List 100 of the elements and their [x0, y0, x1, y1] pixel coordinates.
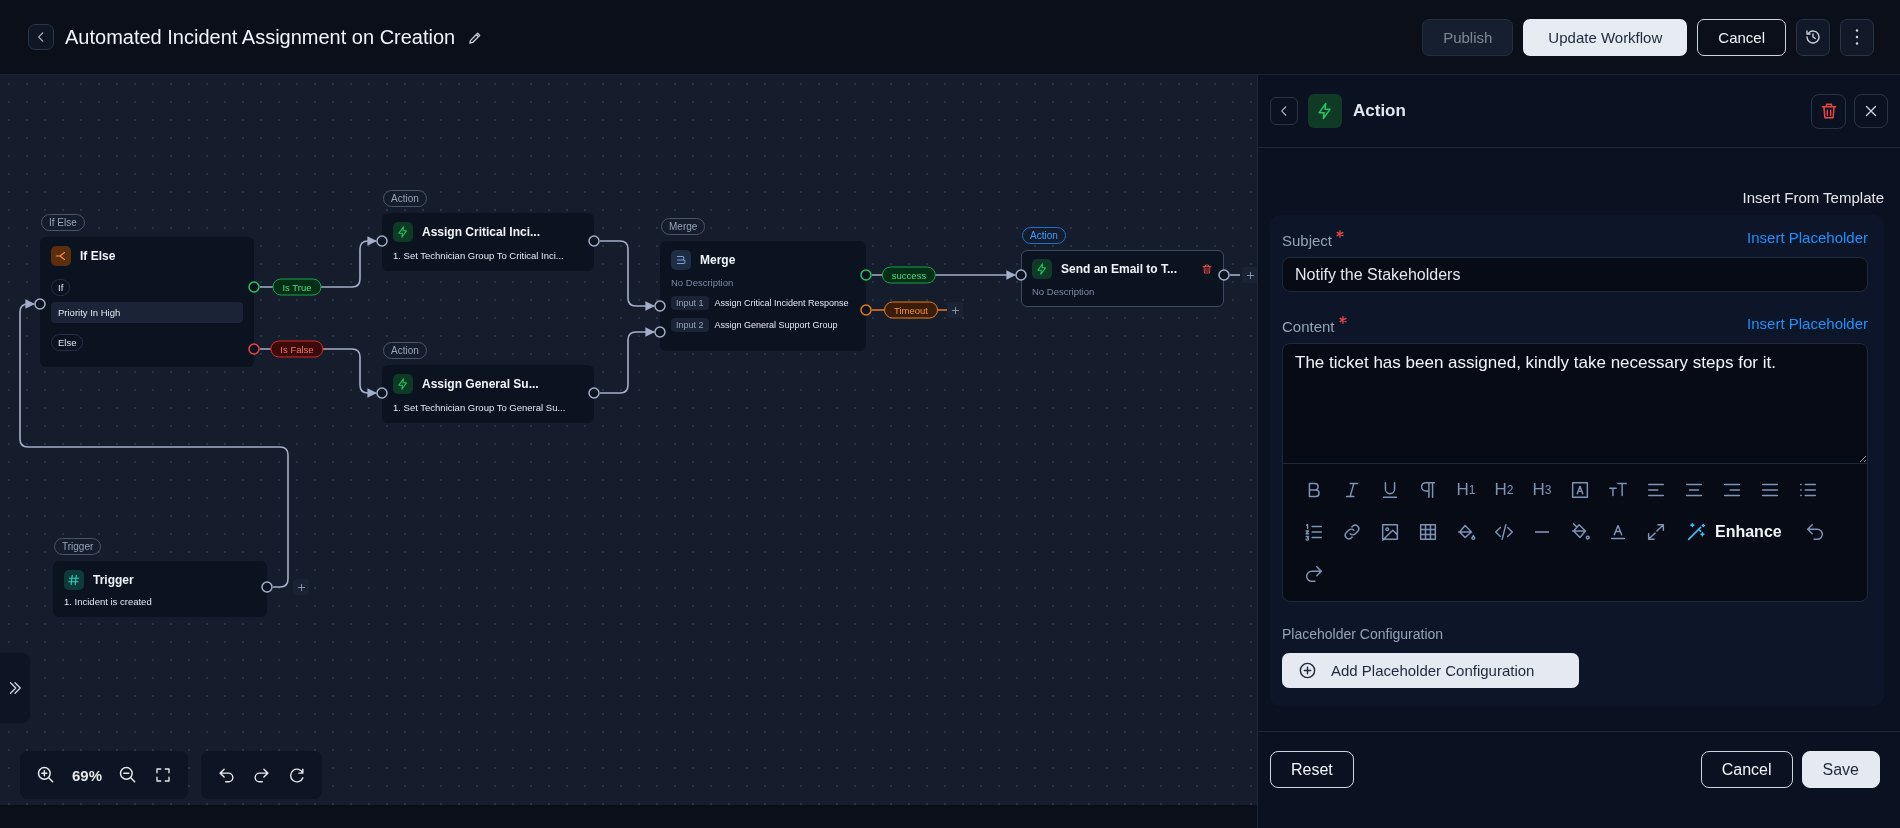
link-icon — [1341, 521, 1363, 543]
node-type-tag: Trigger — [54, 538, 102, 555]
connector-handle[interactable] — [376, 387, 388, 399]
magic-wand-icon — [1685, 521, 1707, 543]
node-title: Assign Critical Inci... — [422, 225, 542, 239]
back-button[interactable] — [28, 24, 54, 50]
connector-handle[interactable] — [261, 581, 273, 593]
connector-handle[interactable] — [860, 269, 872, 281]
workflow-node[interactable]: Trigger 1. Incident is created — [53, 561, 267, 617]
connector-handle[interactable] — [376, 235, 388, 247]
fit-view-icon — [153, 766, 172, 784]
node-description: No Description — [1032, 286, 1096, 297]
insert-template-link[interactable]: Insert From Template — [1742, 189, 1884, 206]
refresh-button[interactable] — [287, 765, 306, 785]
connector-handle[interactable] — [588, 387, 600, 399]
connector-handle[interactable] — [588, 235, 600, 247]
workflow-node[interactable]: If Else If Priority In High Else — [40, 237, 254, 367]
node-type-tag: Merge — [661, 218, 706, 235]
delete-button[interactable] — [1811, 93, 1846, 129]
font-box-icon — [1569, 479, 1591, 501]
lightning-icon — [393, 222, 413, 242]
node-title: Merge — [700, 253, 737, 267]
edge-label: Is True — [272, 278, 322, 296]
connector-line — [1229, 274, 1241, 276]
add-configuration-button[interactable]: Add Placeholder Configuration — [1282, 653, 1579, 688]
connector-handle[interactable] — [654, 300, 666, 312]
close-button[interactable] — [1854, 94, 1888, 128]
plus-icon — [949, 304, 961, 316]
node-title: Assign General Su... — [422, 377, 540, 391]
field-label: Subject — [1282, 231, 1333, 249]
workflow-node[interactable]: Assign General Su... 1. Set Technician Group To General Su... — [382, 365, 594, 423]
add-node-button[interactable] — [293, 579, 309, 595]
zoom-level: 69% — [71, 766, 102, 784]
hash-icon — [64, 570, 84, 590]
edge-label: success — [881, 266, 937, 284]
workflow-node[interactable]: Send an Email to T... No Description — [1021, 250, 1224, 307]
add-node-button[interactable] — [1242, 267, 1257, 283]
workflow-node[interactable]: Assign Critical Inci... 1. Set Technician Group To Critical Inci... — [382, 213, 594, 271]
panel-title: Action — [1353, 101, 1406, 121]
enhance-button[interactable]: Enhance — [1675, 511, 1796, 553]
connector-handle[interactable] — [1218, 269, 1230, 281]
lightning-icon — [1308, 94, 1342, 128]
fit-view-button[interactable] — [153, 766, 172, 784]
expand-icon — [1645, 521, 1667, 543]
zoom-out-button[interactable] — [118, 765, 138, 785]
plus-icon — [295, 581, 307, 593]
input-badge: Input 1 — [671, 296, 709, 310]
circle-plus-icon — [1298, 661, 1317, 680]
code-icon — [1493, 521, 1515, 543]
connector-handle[interactable] — [248, 281, 260, 293]
node-step: 1. Set Technician Group To Critical Inci... — [393, 250, 583, 261]
text-area[interactable]: The ticket has been assigned, kindly take necessary steps for it. — [1283, 344, 1867, 464]
condition-field[interactable]: Priority In High — [51, 302, 243, 323]
node-title: Send an Email to T... — [1061, 262, 1179, 276]
merge-icon — [671, 250, 691, 270]
input-badge: Input 2 — [671, 318, 709, 332]
workflow-node[interactable]: Merge No Description Input 1 Assign Critical Incident Response Input 2 Assign General Support Group — [660, 241, 866, 351]
node-type-tag: Action — [383, 190, 427, 207]
lightning-icon — [1032, 259, 1052, 279]
history-button[interactable] — [1796, 18, 1830, 56]
plus-icon — [1244, 269, 1256, 281]
section-label: Placeholder Configuration — [1282, 626, 1445, 642]
node-description: No Description — [671, 277, 735, 288]
connector-line — [599, 327, 655, 394]
zoom-in-button[interactable] — [36, 765, 56, 785]
add-node-button[interactable] — [947, 302, 963, 318]
save-button[interactable]: Save — [1801, 751, 1880, 788]
node-step: 1. Set Technician Group To General Su... — [393, 402, 583, 413]
horizontal-rule-icon — [1534, 531, 1550, 533]
zoom-out-icon — [118, 765, 138, 785]
clear-format-icon — [1569, 521, 1591, 543]
insert-placeholder-link[interactable]: Insert Placeholder — [1747, 229, 1868, 246]
reset-button[interactable]: Reset — [1270, 751, 1354, 788]
workflow-title: Automated Incident Assignment on Creation — [65, 25, 456, 49]
connector-handle[interactable] — [34, 298, 46, 310]
redo-icon — [1303, 563, 1325, 585]
input-label: Assign General Support Group — [714, 320, 838, 330]
numbered-list-icon — [1303, 521, 1325, 543]
connector-line — [599, 240, 655, 311]
edge-label: Timeout — [884, 301, 938, 319]
lightning-icon — [393, 374, 413, 394]
history-icon — [1804, 28, 1822, 46]
connector-handle[interactable] — [654, 326, 666, 338]
node-title: If Else — [80, 249, 117, 263]
table-icon — [1417, 521, 1439, 543]
input-label: Assign Critical Incident Response — [714, 298, 849, 308]
cancel-button[interactable]: Cancel — [1700, 751, 1793, 788]
connector-handle[interactable] — [1015, 269, 1027, 281]
node-step: 1. Incident is created — [64, 596, 256, 607]
insert-placeholder-link[interactable]: Insert Placeholder — [1747, 315, 1868, 332]
delete-icon[interactable] — [1201, 263, 1213, 275]
edge-label: Is False — [270, 340, 324, 358]
update-button[interactable]: Update Workflow — [1523, 18, 1688, 56]
input-field[interactable]: Notify the Stakeholders — [1282, 257, 1868, 292]
connector-handle[interactable] — [860, 304, 872, 316]
back-button[interactable] — [1270, 97, 1298, 125]
expand-sidebar-button[interactable] — [0, 653, 30, 723]
connector-handle[interactable] — [248, 343, 260, 355]
cancel-button[interactable]: Cancel — [1697, 18, 1786, 56]
refresh-icon — [287, 765, 306, 785]
